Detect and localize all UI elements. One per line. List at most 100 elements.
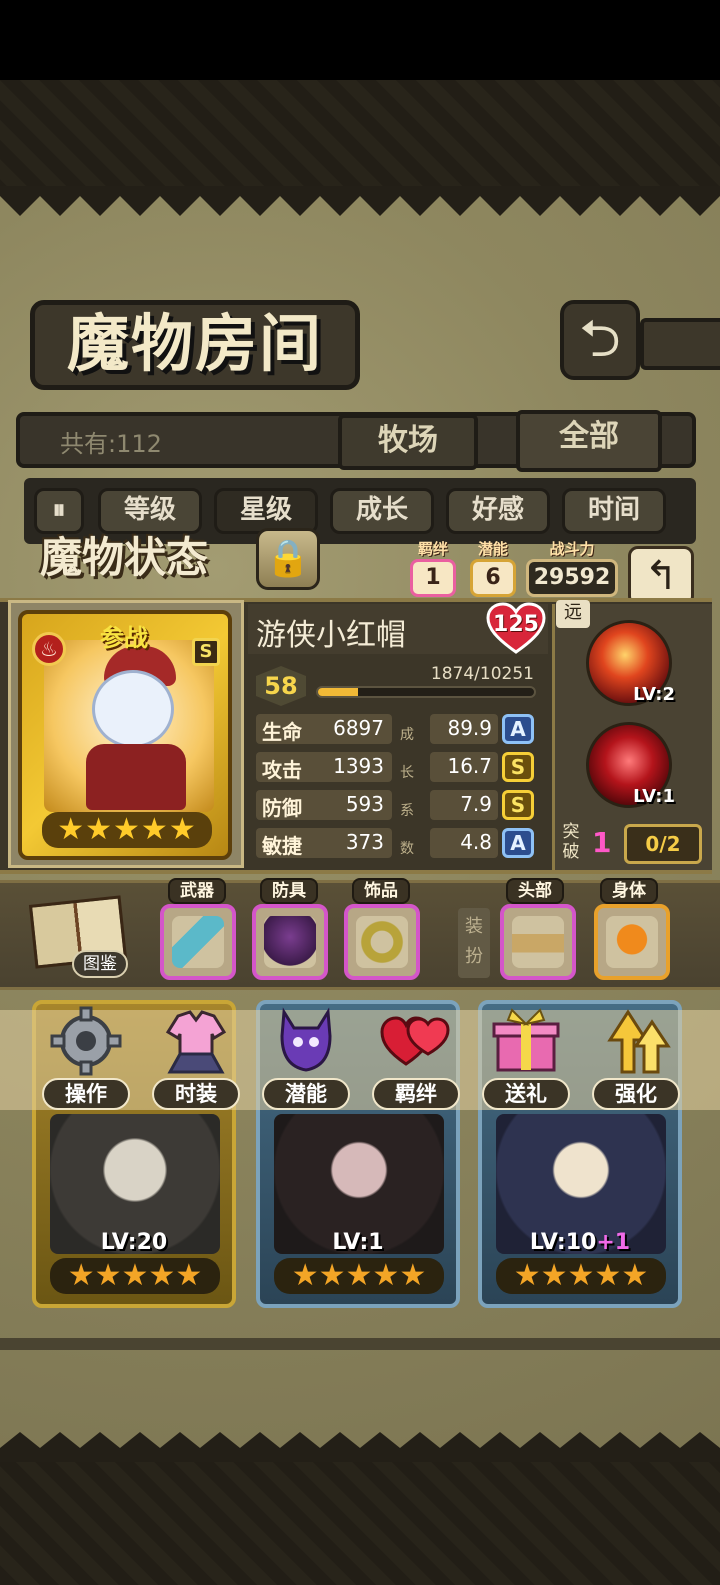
- exp-text: 1874/10251: [430, 664, 534, 684]
- sort-order-icon: ⏸: [52, 495, 66, 525]
- bond-value: 1: [410, 559, 456, 597]
- weapon-slot[interactable]: [160, 904, 236, 980]
- monster-level: LV:20: [36, 1230, 232, 1255]
- album-button[interactable]: 图鉴: [28, 892, 132, 982]
- monster-level: LV:1: [260, 1230, 456, 1255]
- sort-time-button[interactable]: 时间: [562, 488, 666, 534]
- panel-top-edge: [0, 186, 720, 216]
- grade-badge: A: [502, 714, 534, 744]
- bond-label: 羁绊: [417, 540, 448, 558]
- slot-label: 武器: [168, 878, 226, 904]
- stat-hp: 生命 6897: [256, 714, 392, 744]
- tab-ranch[interactable]: 牧场: [338, 414, 478, 470]
- armor-slot[interactable]: [252, 904, 328, 980]
- back-arrow-icon: ↰: [644, 553, 678, 599]
- affection-badge[interactable]: 125: [486, 602, 546, 654]
- stat-defense: 防御 593: [256, 790, 392, 820]
- hood-cloak-icon: [264, 916, 316, 968]
- potential-value: 6: [470, 559, 516, 597]
- hero-stars: ★★★★★: [42, 812, 212, 848]
- action-label: 操作: [42, 1078, 130, 1110]
- action-label: 潜能: [262, 1078, 350, 1110]
- grade-badge: S: [502, 752, 534, 782]
- slot-label: 头部: [506, 878, 564, 904]
- monster-stars: ★★★★★: [274, 1258, 444, 1294]
- affection-value: 125: [493, 612, 539, 637]
- return-button[interactable]: ⮌: [560, 300, 640, 380]
- growth-hp: 89.9: [430, 714, 498, 744]
- status-title: 魔物状态: [39, 533, 208, 582]
- slot-label: 防具: [260, 878, 318, 904]
- hearts-icon: [380, 1016, 450, 1066]
- accessory-slot[interactable]: [344, 904, 420, 980]
- fire-arrow-skill-icon[interactable]: LV:2: [586, 620, 675, 706]
- gear-icon: [50, 1006, 122, 1076]
- hero-name: 游侠小红帽: [256, 618, 406, 653]
- hero-body: [86, 744, 186, 810]
- fire-element-icon: ♨: [32, 632, 66, 666]
- lock-button[interactable]: 🔒: [256, 528, 320, 590]
- sort-affection-button[interactable]: 好感: [446, 488, 550, 534]
- stat-name: 生命: [262, 720, 302, 744]
- fashion-button[interactable]: 时装: [146, 1000, 246, 1112]
- power-stat: 战斗力 29592: [526, 538, 618, 597]
- stat-name: 防御: [262, 796, 302, 820]
- panel-bottom-edge: [0, 1432, 720, 1462]
- tab-all[interactable]: 全部: [516, 410, 662, 472]
- dress-icon: [165, 1010, 227, 1074]
- demon-icon: [280, 1007, 332, 1072]
- bond-button[interactable]: 羁绊: [366, 1000, 466, 1112]
- breakthrough[interactable]: 突破 1 0/2: [556, 822, 706, 866]
- stat-value: 373: [345, 830, 384, 854]
- game-screen: 魔物房间 ⮌ 共有:112 牧场 全部 ⏸ 等级 星级 成长 好感 时间 魔物状…: [0, 0, 720, 1585]
- hero-face: [92, 670, 174, 748]
- enhance-button[interactable]: 强化: [586, 1000, 686, 1112]
- growth-attack: 16.7: [430, 752, 498, 782]
- grade-badge: A: [502, 828, 534, 858]
- crown-icon: [512, 916, 564, 968]
- exp-fill: [318, 688, 358, 696]
- grade-badge: S: [502, 790, 534, 820]
- skill-level: LV:2: [633, 684, 675, 705]
- growth-caption: 系: [400, 803, 414, 819]
- sort-growth-button[interactable]: 成长: [330, 488, 434, 534]
- action-label: 时装: [152, 1078, 240, 1110]
- range-tag: 远: [556, 600, 590, 628]
- operate-button[interactable]: 操作: [36, 1000, 136, 1112]
- potential-stat: 潜能 6: [470, 538, 516, 597]
- monster-level-text: LV:20: [100, 1230, 168, 1255]
- stat-agility: 敏捷 373: [256, 828, 392, 858]
- exp-bar: [316, 686, 536, 698]
- status-bar-area: [0, 0, 720, 80]
- room-title: 魔物房间: [30, 300, 360, 390]
- potential-button[interactable]: 潜能: [256, 1000, 356, 1112]
- standby-tag: 参战: [100, 624, 148, 652]
- blood-orb-skill-icon[interactable]: LV:1: [586, 722, 675, 808]
- close-status-button[interactable]: ↰: [628, 546, 694, 606]
- up-arrows-icon: [607, 1009, 671, 1074]
- stat-value: 593: [345, 792, 384, 816]
- outfit-tag: 装扮: [458, 908, 490, 978]
- break-value: 1: [592, 826, 612, 859]
- action-label: 送礼: [482, 1078, 570, 1110]
- pumpkin-icon: [606, 916, 658, 968]
- growth-defense: 7.9: [430, 790, 498, 820]
- hero-art: [44, 640, 214, 812]
- monster-level-text: LV:10: [529, 1230, 597, 1255]
- total-count: 共有:112: [60, 430, 162, 458]
- hero-card[interactable]: 参战 ♨ S ★★★★★: [18, 610, 232, 860]
- growth-caption: 成: [400, 727, 414, 743]
- slot-label: 饰品: [352, 878, 410, 904]
- head-slot[interactable]: [500, 904, 576, 980]
- action-label: 羁绊: [372, 1078, 460, 1110]
- body-slot[interactable]: [594, 904, 670, 980]
- skill-level: LV:1: [633, 786, 675, 807]
- gift-button[interactable]: 送礼: [476, 1000, 576, 1112]
- growth-caption: 数: [400, 841, 414, 857]
- stat-attack: 攻击 1393: [256, 752, 392, 782]
- panel-bottom-frame: [0, 1338, 720, 1350]
- stat-name: 攻击: [262, 758, 302, 782]
- gift-icon: [492, 1008, 560, 1072]
- stat-name: 敏捷: [262, 834, 302, 858]
- stat-value: 6897: [333, 716, 384, 740]
